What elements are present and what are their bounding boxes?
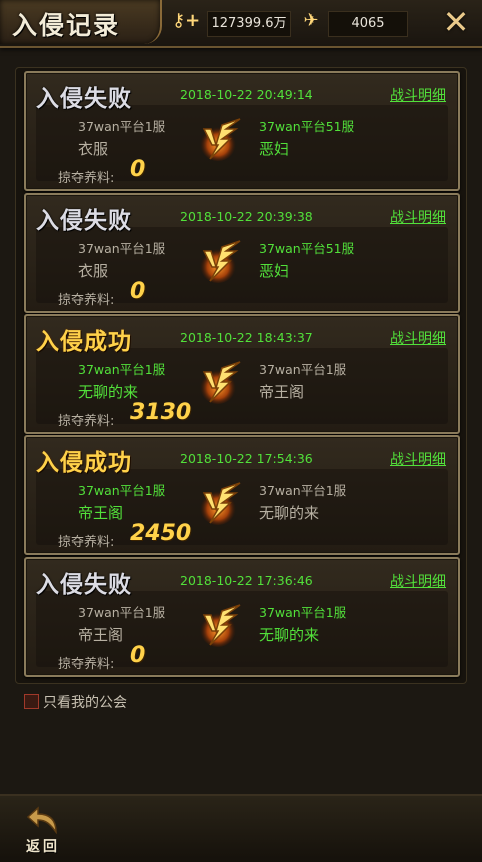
vs-icon <box>196 479 244 527</box>
record-time: 2018-10-22 18:43:37 <box>180 330 313 345</box>
record-card: 入侵成功 2018-10-22 18:43:37 战斗明细 37wan平台1服 无聊的来… <box>24 314 460 434</box>
title-plate: 入侵记录 <box>0 0 162 44</box>
defender-server: 37wan平台51服 <box>259 241 355 256</box>
vs-icon <box>196 601 244 649</box>
battle-detail-link[interactable]: 战斗明细 <box>390 449 446 469</box>
back-label: 返回 <box>26 839 60 855</box>
battle-detail-link[interactable]: 战斗明细 <box>390 328 446 348</box>
record-time: 2018-10-22 20:49:14 <box>180 87 313 102</box>
battle-detail-link[interactable]: 战斗明细 <box>390 207 446 227</box>
guild-filter-checkbox[interactable] <box>24 694 39 709</box>
loot-label: 掠夺养料: <box>58 657 115 672</box>
defender-server: 37wan平台1服 <box>259 362 347 377</box>
result-title: 入侵成功 <box>36 328 132 355</box>
attacker-server: 37wan平台1服 <box>78 119 166 134</box>
bottom-bar: 返回 <box>0 794 482 862</box>
defender-server: 37wan平台1服 <box>259 605 347 620</box>
attacker-name: 帝王阁 <box>78 504 124 522</box>
attacker-name: 帝王阁 <box>78 626 124 644</box>
record-card: 入侵失败 2018-10-22 20:49:14 战斗明细 37wan平台1服 衣服 37… <box>24 71 460 191</box>
diamond-amount: 4065 <box>328 11 408 37</box>
loot-label: 掠夺养料: <box>58 535 115 550</box>
record-card: 入侵失败 2018-10-22 17:36:46 战斗明细 37wan平台1服 帝王阁 3… <box>24 557 460 677</box>
record-time: 2018-10-22 17:36:46 <box>180 573 313 588</box>
back-arrow-icon <box>26 806 57 835</box>
attacker-server: 37wan平台1服 <box>78 241 166 256</box>
attacker-server: 37wan平台1服 <box>78 483 166 498</box>
key-plus-icon[interactable]: ⚷+ <box>172 10 200 32</box>
record-time: 2018-10-22 17:54:36 <box>180 451 313 466</box>
defender-server: 37wan平台51服 <box>259 119 355 134</box>
record-time: 2018-10-22 20:39:38 <box>180 209 313 224</box>
vs-icon <box>196 358 244 406</box>
loot-value: 0 <box>130 279 146 304</box>
gold-amount: 127399.6万 <box>207 11 291 37</box>
close-icon: ✕ <box>442 3 470 41</box>
loot-value: 0 <box>130 157 146 182</box>
result-title: 入侵成功 <box>36 449 132 476</box>
attacker-server: 37wan平台1服 <box>78 605 166 620</box>
defender-name: 无聊的来 <box>259 626 320 644</box>
battle-detail-link[interactable]: 战斗明细 <box>390 85 446 105</box>
result-title: 入侵失败 <box>36 571 132 598</box>
defender-name: 恶妇 <box>259 140 290 158</box>
result-title: 入侵失败 <box>36 207 132 234</box>
result-title: 入侵失败 <box>36 85 132 112</box>
record-card: 入侵失败 2018-10-22 20:39:38 战斗明细 37wan平台1服 衣服 37… <box>24 193 460 313</box>
vs-icon <box>196 237 244 285</box>
loot-label: 掠夺养料: <box>58 293 115 308</box>
loot-label: 掠夺养料: <box>58 171 115 186</box>
record-card: 入侵成功 2018-10-22 17:54:36 战斗明细 37wan平台1服 帝王阁 3… <box>24 435 460 555</box>
defender-name: 恶妇 <box>259 262 290 280</box>
back-button[interactable]: 返回 <box>20 806 68 858</box>
attacker-name: 衣服 <box>78 140 109 158</box>
loot-value: 2450 <box>130 521 192 546</box>
defender-name: 帝王阁 <box>259 383 305 401</box>
top-bar: 入侵记录 ⚷+ 127399.6万 ✈ 4065 ✕ <box>0 0 482 48</box>
defender-name: 无聊的来 <box>259 504 320 522</box>
loot-value: 3130 <box>130 400 192 425</box>
vs-icon <box>196 115 244 163</box>
battle-detail-link[interactable]: 战斗明细 <box>390 571 446 591</box>
loot-value: 0 <box>130 643 146 668</box>
attacker-name: 衣服 <box>78 262 109 280</box>
attacker-name: 无聊的来 <box>78 383 139 401</box>
wing-icon[interactable]: ✈ <box>298 10 324 32</box>
loot-label: 掠夺养料: <box>58 414 115 429</box>
page-title: 入侵记录 <box>12 11 121 40</box>
attacker-server: 37wan平台1服 <box>78 362 166 377</box>
guild-filter-label: 只看我的公会 <box>43 695 127 711</box>
defender-server: 37wan平台1服 <box>259 483 347 498</box>
close-button[interactable]: ✕ <box>438 4 474 40</box>
